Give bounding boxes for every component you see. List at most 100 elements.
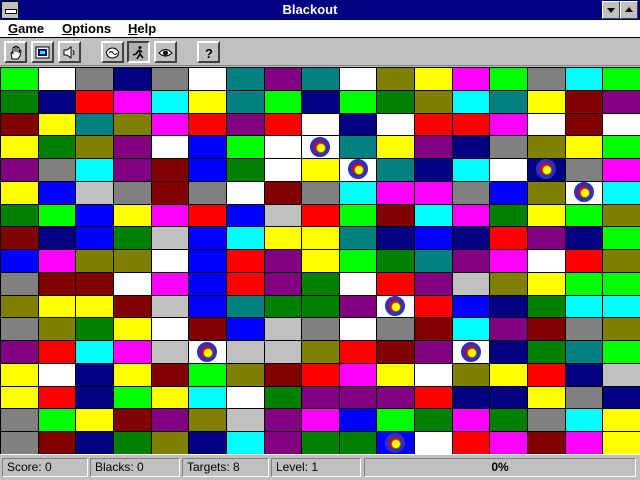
board-cell[interactable]	[188, 271, 227, 296]
board-cell[interactable]	[263, 340, 303, 364]
board-cell[interactable]	[602, 67, 640, 91]
board-cell[interactable]	[263, 226, 303, 251]
board-cell[interactable]	[225, 135, 265, 160]
board-cell[interactable]	[0, 203, 39, 228]
board-cell[interactable]	[451, 135, 491, 160]
board-cell[interactable]	[225, 226, 265, 251]
board-cell[interactable]	[112, 67, 152, 91]
skill-button[interactable]	[101, 41, 124, 63]
board-cell[interactable]	[75, 385, 114, 410]
board-cell[interactable]	[451, 203, 491, 228]
board-cell[interactable]	[301, 271, 340, 296]
board-cell[interactable]	[37, 112, 77, 137]
menu-game[interactable]: Game	[8, 21, 44, 36]
board-cell[interactable]	[527, 317, 566, 342]
board-cell[interactable]	[489, 340, 529, 364]
board-cell[interactable]	[451, 362, 491, 387]
board-cell[interactable]	[150, 431, 190, 455]
target-icon[interactable]	[197, 341, 218, 362]
board-cell[interactable]	[37, 249, 77, 273]
board-cell[interactable]	[451, 249, 491, 273]
board-cell[interactable]	[489, 89, 529, 114]
board-cell[interactable]	[564, 67, 604, 91]
board-cell[interactable]	[112, 362, 152, 387]
board-cell[interactable]	[527, 271, 566, 296]
board-cell[interactable]	[489, 158, 529, 182]
board-cell[interactable]	[451, 408, 491, 433]
board-cell[interactable]	[112, 431, 152, 455]
board-cell[interactable]	[150, 249, 190, 273]
target-icon[interactable]	[310, 136, 330, 157]
maximize-button[interactable]	[620, 1, 638, 19]
board-cell[interactable]	[451, 271, 491, 296]
board-cell[interactable]	[301, 203, 340, 228]
board-cell[interactable]	[564, 271, 604, 296]
board-cell[interactable]	[188, 112, 227, 137]
board-cell[interactable]	[112, 271, 152, 296]
board-cell[interactable]	[37, 180, 77, 205]
board-cell[interactable]	[602, 112, 640, 137]
board-cell[interactable]	[188, 408, 227, 433]
board-cell[interactable]	[338, 67, 378, 91]
board-cell[interactable]	[602, 408, 640, 433]
board-cell[interactable]	[527, 408, 566, 433]
board-cell[interactable]	[376, 67, 416, 91]
board-cell[interactable]	[301, 431, 340, 455]
menu-help[interactable]: Help	[128, 21, 156, 36]
board-cell[interactable]	[75, 340, 114, 364]
board-cell[interactable]	[489, 271, 529, 296]
board-cell[interactable]	[37, 89, 77, 114]
board-cell[interactable]	[75, 67, 114, 91]
board-cell[interactable]	[150, 385, 190, 410]
board-cell[interactable]	[376, 89, 416, 114]
board-cell[interactable]	[451, 89, 491, 114]
board-cell[interactable]	[75, 408, 114, 433]
board-cell[interactable]	[527, 112, 566, 137]
board-cell[interactable]	[414, 431, 453, 455]
board-cell[interactable]	[564, 408, 604, 433]
board-cell[interactable]	[489, 317, 529, 342]
board-cell[interactable]	[0, 385, 39, 410]
board-cell[interactable]	[338, 135, 378, 160]
board-cell[interactable]	[414, 89, 453, 114]
board-cell[interactable]	[451, 112, 491, 137]
board-cell[interactable]	[376, 158, 416, 182]
board-cell[interactable]	[150, 408, 190, 433]
board-cell[interactable]	[527, 67, 566, 91]
board-cell[interactable]	[37, 340, 77, 364]
board-cell[interactable]	[75, 431, 114, 455]
board-cell[interactable]	[451, 385, 491, 410]
board-cell[interactable]	[0, 135, 39, 160]
board-cell[interactable]	[414, 203, 453, 228]
board-cell[interactable]	[527, 431, 566, 455]
board-cell[interactable]	[37, 385, 77, 410]
board-cell[interactable]	[0, 294, 39, 319]
target-icon[interactable]	[460, 341, 481, 362]
board-cell[interactable]	[150, 135, 190, 160]
board-cell[interactable]	[150, 317, 190, 342]
board-cell[interactable]	[263, 385, 303, 410]
board-cell[interactable]	[338, 180, 378, 205]
board-cell[interactable]	[564, 362, 604, 387]
board-cell[interactable]	[602, 294, 640, 319]
board-cell[interactable]	[376, 271, 416, 296]
board-cell[interactable]	[75, 135, 114, 160]
board-cell[interactable]	[414, 271, 453, 296]
board-cell[interactable]	[37, 408, 77, 433]
board-cell[interactable]	[0, 340, 39, 364]
speed-button[interactable]	[127, 41, 150, 63]
board-cell[interactable]	[602, 226, 640, 251]
board-cell[interactable]	[602, 317, 640, 342]
board-cell[interactable]	[489, 112, 529, 137]
board-cell[interactable]	[338, 408, 378, 433]
board-cell[interactable]	[489, 408, 529, 433]
board-cell[interactable]	[188, 431, 227, 455]
board-cell[interactable]	[0, 431, 39, 455]
board-cell[interactable]	[75, 294, 114, 319]
board-cell[interactable]	[527, 203, 566, 228]
board-cell[interactable]	[414, 158, 453, 182]
board-cell[interactable]	[376, 203, 416, 228]
board-cell[interactable]	[75, 317, 114, 342]
board-cell[interactable]	[489, 226, 529, 251]
board-cell[interactable]	[188, 317, 227, 342]
